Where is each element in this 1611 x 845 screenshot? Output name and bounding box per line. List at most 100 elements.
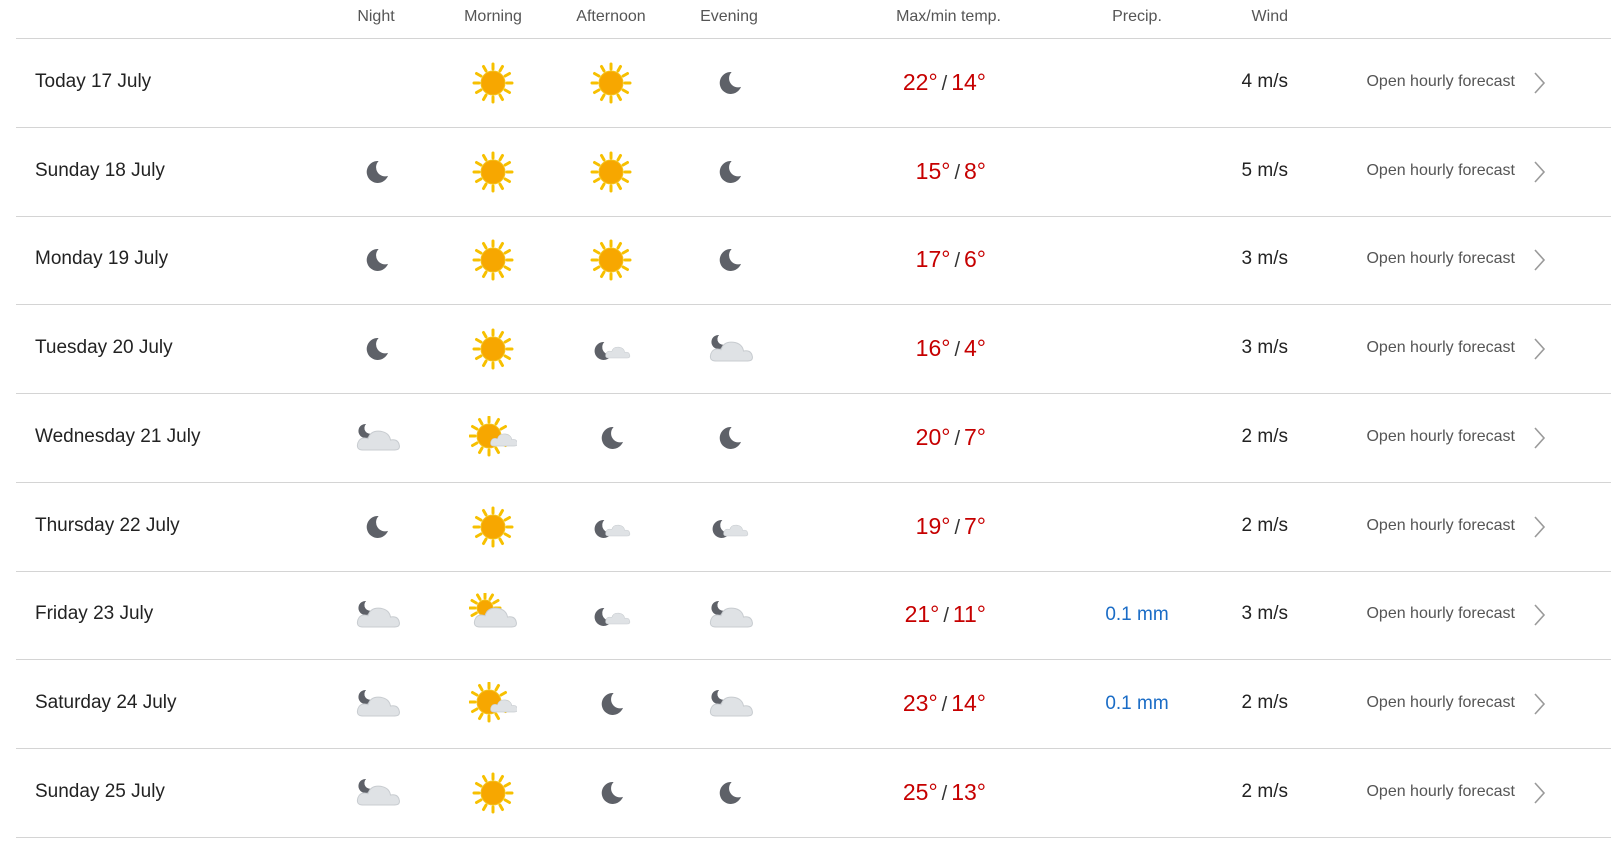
max-temperature: 25° [902,778,938,805]
forecast-day-row[interactable]: Wednesday 21 July 20°/7° 2 m/s Open hourl… [16,394,1611,483]
morning-sun-icon [469,505,517,549]
forecast-day-row[interactable]: Monday 19 July 17°/6° 3 m/s Open hourly f… [16,216,1611,306]
evening-cloud-moon-icon [705,327,753,371]
min-temperature: 7° [964,423,986,450]
max-min-temperature: 17°/6° [916,246,986,273]
temperature-separator: / [943,605,949,628]
day-label: Thursday 22 July [35,514,180,536]
max-temperature: 23° [902,689,938,716]
temperature-separator: / [941,73,948,95]
evening-cloud-moon-icon [705,682,753,726]
afternoon-moon-icon [587,771,635,815]
min-temperature: 14° [951,69,986,95]
min-temperature: 8° [964,157,986,184]
min-temperature: 4° [964,335,986,362]
chevron-right-icon[interactable] [1530,690,1548,718]
min-temperature: 14° [951,689,986,716]
morning-sun-icon [469,771,517,815]
temperature-separator: / [954,516,960,539]
night-cloud-moon-icon [352,416,400,460]
forecast-day-row[interactable]: Today 17 July 22°/14° 4 m/s Open hourly f… [16,39,1611,128]
temperature-separator: / [941,693,948,716]
chevron-right-icon[interactable] [1530,601,1548,629]
max-temperature: 19° [915,512,951,539]
afternoon-moon-cloud-icon [587,593,635,637]
open-hourly-forecast-link[interactable]: Open hourly forecast [1366,605,1515,623]
day-label: Today 17 July [35,71,152,92]
forecast-day-row[interactable]: Friday 23 July 21°/11° 0.1 mm 3 m/s Open h… [16,571,1611,661]
max-min-temperature: 15°/8° [916,158,986,185]
afternoon-sun-icon [587,61,635,105]
morning-cloud-sun-icon [469,593,517,637]
wind-speed: 3 m/s [1241,248,1288,270]
day-label: Monday 19 July [35,248,169,270]
wind-speed: 2 m/s [1241,425,1288,447]
open-hourly-forecast-link[interactable]: Open hourly forecast [1366,694,1515,712]
column-header-precipitation: Precip. [1112,8,1162,25]
night-moon-icon [352,505,400,549]
chevron-right-icon[interactable] [1530,246,1548,274]
column-header-night: Night [357,8,395,25]
wind-speed: 4 m/s [1241,71,1288,92]
max-temperature: 21° [904,601,940,628]
chevron-right-icon[interactable] [1530,158,1548,186]
chevron-right-icon[interactable] [1530,513,1548,541]
night-cloud-moon-icon [352,593,400,637]
temperature-separator: / [954,250,960,273]
max-temperature: 20° [915,423,951,450]
night-moon-icon [352,327,400,371]
max-min-temperature: 19°/7° [916,513,986,540]
forecast-day-row[interactable]: Sunday 18 July 15°/8° 5 m/s Open hourly f… [16,128,1611,217]
afternoon-sun-icon [587,238,635,282]
evening-moon-icon [705,771,753,815]
wind-speed: 5 m/s [1241,159,1288,181]
morning-sun-icon [469,61,517,105]
day-label: Tuesday 20 July [35,337,173,359]
afternoon-moon-cloud-icon [587,505,635,549]
min-temperature: 6° [964,246,986,273]
evening-moon-icon [705,416,753,460]
precipitation-value: 0.1 mm [1105,604,1169,626]
min-temperature: 11° [952,601,986,628]
wind-speed: 3 m/s [1241,603,1288,625]
day-label: Friday 23 July [35,603,154,625]
afternoon-moon-icon [587,416,635,460]
column-header-afternoon: Afternoon [576,8,646,25]
morning-sun-icon [469,327,517,371]
chevron-right-icon[interactable] [1530,779,1548,807]
temperature-separator: / [954,427,960,450]
evening-moon-icon [705,150,753,194]
day-label: Sunday 18 July [35,159,165,181]
max-min-temperature: 25°/13° [903,779,986,806]
chevron-right-icon[interactable] [1530,69,1548,97]
forecast-day-row[interactable]: Sunday 25 July 25°/13° 2 m/s Open hourly … [16,749,1611,838]
min-temperature: 13° [951,778,986,805]
open-hourly-forecast-link[interactable]: Open hourly forecast [1366,783,1515,801]
open-hourly-forecast-link[interactable]: Open hourly forecast [1366,162,1515,180]
max-min-temperature: 23°/14° [903,690,986,717]
column-header-wind: Wind [1251,8,1288,25]
chevron-right-icon[interactable] [1530,424,1548,452]
forecast-day-row[interactable]: Tuesday 20 July 16°/4° 3 m/s Open hourly … [16,305,1611,395]
open-hourly-forecast-link[interactable]: Open hourly forecast [1366,250,1515,268]
wind-speed: 3 m/s [1241,337,1288,359]
afternoon-moon-icon [587,682,635,726]
morning-sun-icon [469,150,517,194]
column-header-morning: Morning [464,8,522,25]
chevron-right-icon[interactable] [1530,335,1548,363]
max-min-temperature: 22°/14° [903,69,986,96]
open-hourly-forecast-link[interactable]: Open hourly forecast [1366,517,1515,535]
evening-moon-icon [705,61,753,105]
forecast-day-row[interactable]: Thursday 22 July 19°/7° 2 m/s Open hourly… [16,483,1611,572]
forecast-day-row[interactable]: Saturday 24 July 23°/14° 0.1 mm 2 m/s Open… [16,660,1611,749]
max-min-temperature: 20°/7° [916,424,986,451]
temperature-separator: / [954,161,960,184]
open-hourly-forecast-link[interactable]: Open hourly forecast [1366,428,1515,446]
max-temperature: 15° [915,157,951,184]
open-hourly-forecast-link[interactable]: Open hourly forecast [1366,73,1515,91]
temperature-separator: / [954,339,960,362]
forecast-table-header: Night Morning Afternoon Evening Max/min … [16,0,1611,39]
open-hourly-forecast-link[interactable]: Open hourly forecast [1366,339,1515,357]
max-temperature: 22° [902,69,938,95]
wind-speed: 2 m/s [1241,514,1288,536]
